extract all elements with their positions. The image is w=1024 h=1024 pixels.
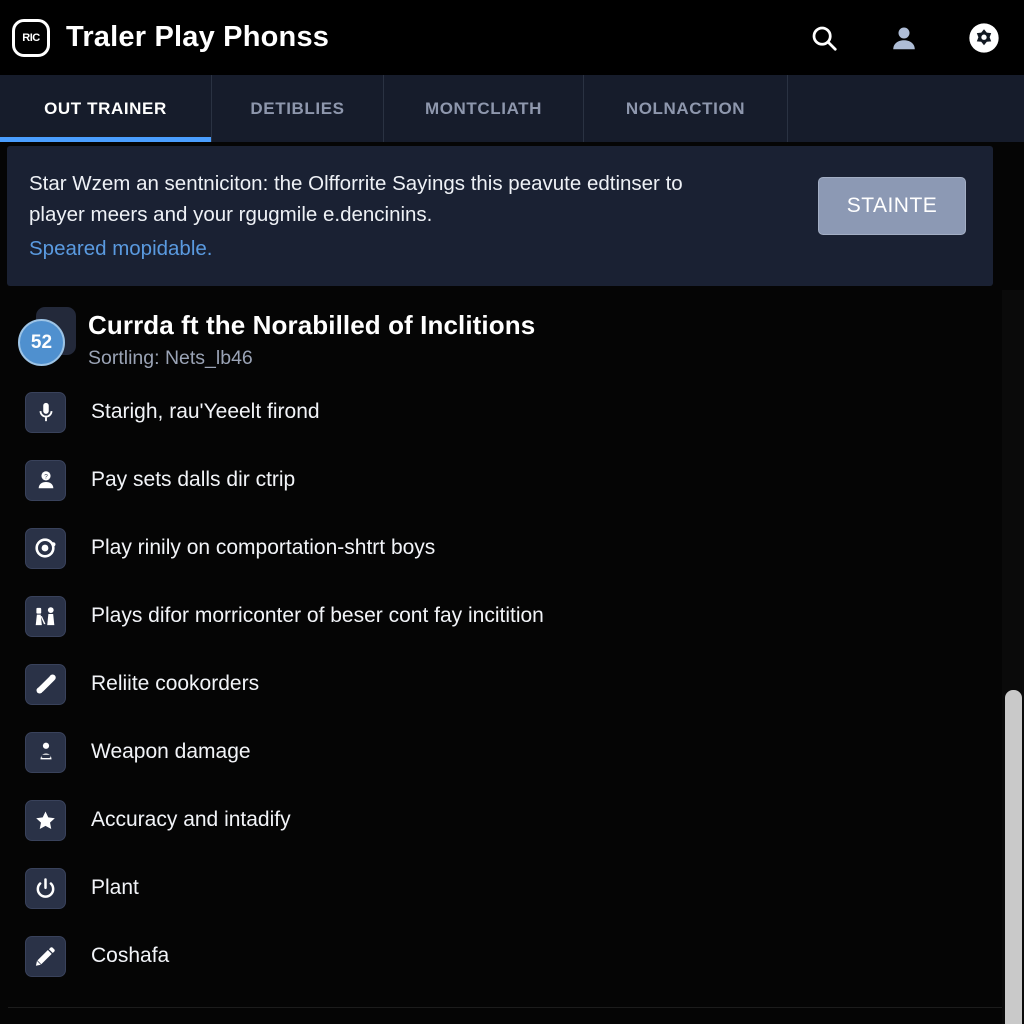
account-icon[interactable]: [886, 20, 922, 56]
banner-action-button[interactable]: STAINTE: [818, 177, 966, 235]
microphone-icon: [25, 391, 66, 433]
list-item[interactable]: Reliite cookorders: [0, 650, 1000, 718]
list-item-label: Accuracy and intadify: [91, 808, 291, 831]
bone-icon: [25, 663, 66, 705]
tab-out-trainer[interactable]: OUT TRAINER: [0, 75, 212, 142]
tab-montcliath[interactable]: MONTCLIATH: [384, 75, 584, 142]
bottom-divider: [8, 1007, 1016, 1008]
count-badge-group: 52: [18, 305, 76, 366]
tab-overflow: [788, 75, 1024, 142]
list-header: 52 Currda ft the Norabilled of Inclition…: [0, 292, 1000, 378]
list-header-title: Currda ft the Norabilled of Inclitions: [88, 310, 536, 340]
star-icon: [25, 799, 66, 841]
list-header-subtitle: Sortling: Nets_lb46: [88, 347, 253, 369]
svg-text:?: ?: [44, 474, 48, 481]
pencil-icon: [25, 935, 66, 977]
badge-count: 52: [18, 319, 65, 366]
tab-nolnaction[interactable]: NOLNACTION: [584, 75, 788, 142]
banner-link[interactable]: Speared mopidable.: [29, 233, 683, 264]
list-item-label: Pay sets dalls dir ctrip: [91, 468, 296, 491]
list-item[interactable]: Coshafa: [0, 922, 1000, 990]
list-item-label: Reliite cookorders: [91, 672, 260, 695]
person-gamepad-icon: [25, 731, 66, 773]
list-item-label: Coshafa: [91, 944, 170, 967]
content-list: 52 Currda ft the Norabilled of Inclition…: [0, 292, 1000, 990]
list-item-label: Weapon damage: [91, 740, 251, 763]
tab-detiblies[interactable]: DETIBLIES: [212, 75, 384, 142]
rounded-square-logo-icon: RIC: [12, 18, 50, 57]
banner-line-2: player meers and your rgugmile e.dencini…: [29, 203, 433, 226]
target-ring-icon: [25, 527, 66, 569]
list-item[interactable]: Play rinily on comportation‐shtrt boys: [0, 514, 1000, 582]
app-logo[interactable]: RIC: [10, 17, 52, 59]
list-item-label: Plant: [91, 876, 139, 899]
vertical-scrollbar[interactable]: [1002, 290, 1024, 1024]
list-item[interactable]: Plant: [0, 854, 1000, 922]
person-help-icon: ?: [25, 459, 66, 501]
people-pair-icon: [25, 595, 66, 637]
list-item[interactable]: Weapon damage: [0, 718, 1000, 786]
info-banner: Star Wzem an sentniciton: the Olfforrite…: [7, 146, 993, 286]
list-header-text: Currda ft the Norabilled of Inclitions S…: [88, 292, 535, 370]
list-item-label: Play rinily on comportation‐shtrt boys: [91, 536, 436, 559]
search-icon[interactable]: [806, 20, 842, 56]
banner-text: Star Wzem an sentniciton: the Olfforrite…: [7, 168, 683, 264]
header-actions: [806, 20, 1024, 56]
list-item[interactable]: ? Pay sets dalls dir ctrip: [0, 446, 1000, 514]
banner-line-1: Star Wzem an sentniciton: the Olfforrite…: [29, 172, 683, 195]
page-title: Traler Play Phonss: [66, 21, 330, 53]
list-item-label: Starigh, rau'Yeeelt firond: [91, 400, 320, 423]
app-header: RIC Traler Play Phonss: [0, 0, 1024, 75]
badge-icon[interactable]: [966, 20, 1002, 56]
power-icon: [25, 867, 66, 909]
list-item[interactable]: Starigh, rau'Yeeelt firond: [0, 378, 1000, 446]
list-item-label: Plays difor morriconter of beser cont fa…: [91, 604, 544, 627]
tab-bar: OUT TRAINER DETIBLIES MONTCLIATH NOLNACT…: [0, 75, 1024, 142]
app-root: RIC Traler Play Phonss OUT TRAINER DETIB…: [0, 0, 1024, 1024]
list-item[interactable]: Accuracy and intadify: [0, 786, 1000, 854]
list-item[interactable]: Plays difor morriconter of beser cont fa…: [0, 582, 1000, 650]
scrollbar-thumb[interactable]: [1005, 690, 1022, 1024]
